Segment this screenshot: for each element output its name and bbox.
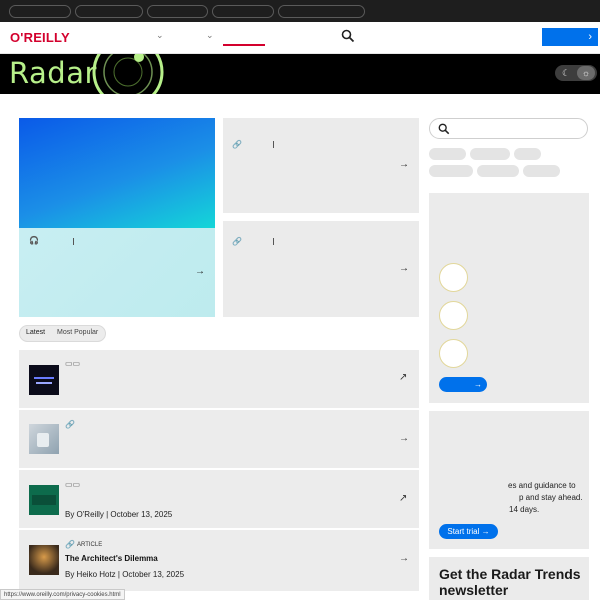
site-nav: O'REILLY ⌄ ⌄ › bbox=[0, 22, 600, 54]
search-icon bbox=[438, 123, 450, 135]
featured-card-image[interactable] bbox=[19, 118, 215, 228]
topic-chip[interactable] bbox=[429, 148, 466, 160]
byline: By Heiko Hotz | October 13, 2025 bbox=[65, 570, 185, 579]
thumbnail bbox=[29, 485, 59, 515]
link-icon: 🔗 bbox=[65, 540, 75, 549]
topic-chip[interactable] bbox=[514, 148, 541, 160]
divider bbox=[273, 238, 274, 245]
divider bbox=[273, 141, 274, 148]
avatar[interactable] bbox=[439, 301, 468, 330]
tab-most-popular[interactable]: Most Popular bbox=[57, 329, 98, 336]
content-tabs: Latest Most Popular bbox=[19, 325, 106, 342]
start-trial-button[interactable]: Start trial → bbox=[439, 524, 498, 539]
radar-banner: Radar bbox=[0, 54, 600, 94]
list-item[interactable]: ▭▭ By O'Reilly | October 13, 2025 ↗ bbox=[19, 470, 419, 529]
sidebar-arrow-button[interactable]: → bbox=[439, 377, 487, 392]
trial-text: 14 days. bbox=[509, 505, 540, 514]
content-type-label: ARTICLE bbox=[77, 542, 103, 548]
top-pill-4[interactable] bbox=[212, 5, 274, 18]
byline: By O'Reilly | October 13, 2025 bbox=[65, 510, 173, 519]
banner-title: Radar bbox=[9, 56, 97, 90]
link-icon: 🔗 bbox=[232, 140, 242, 149]
list-item[interactable]: ▭▭ ↗ bbox=[19, 350, 419, 409]
video-icon: ▭▭ bbox=[65, 359, 81, 368]
link-icon: 🔗 bbox=[232, 237, 242, 246]
top-pill-5[interactable] bbox=[278, 5, 365, 18]
headphones-icon: 🎧 bbox=[29, 236, 39, 245]
browser-top-strip bbox=[0, 0, 600, 22]
moon-icon[interactable]: ☾ bbox=[558, 67, 574, 79]
top-pill-2[interactable] bbox=[75, 5, 143, 18]
arrow-right-icon[interactable]: → bbox=[195, 266, 205, 277]
newsletter-title: Get the Radar Trends newsletter bbox=[439, 566, 581, 598]
status-bar-url: https://www.oreilly.com/privacy-cookies.… bbox=[0, 589, 125, 600]
search-icon[interactable] bbox=[341, 29, 355, 43]
link-icon: 🔗 bbox=[65, 420, 75, 429]
topic-chip[interactable] bbox=[470, 148, 510, 160]
featured-card-2[interactable]: 🔗 → bbox=[223, 118, 419, 213]
top-pill-1[interactable] bbox=[9, 5, 71, 18]
external-link-icon[interactable]: ↗ bbox=[399, 493, 407, 504]
featured-card-3[interactable]: 🔗 → bbox=[223, 221, 419, 317]
thumbnail bbox=[29, 365, 59, 395]
divider bbox=[73, 238, 74, 245]
arrow-right-icon[interactable]: → bbox=[399, 263, 409, 274]
sidebar-panel bbox=[429, 193, 589, 403]
arrow-right-icon[interactable]: → bbox=[399, 553, 409, 564]
chevron-down-icon[interactable]: ⌄ bbox=[156, 30, 164, 41]
external-link-icon[interactable]: ↗ bbox=[399, 372, 407, 383]
sidebar-search-input[interactable] bbox=[429, 118, 588, 139]
list-item[interactable]: 🔗 → bbox=[19, 410, 419, 469]
featured-card-body[interactable]: 🎧 → bbox=[19, 228, 215, 317]
top-pill-3[interactable] bbox=[147, 5, 208, 18]
list-item[interactable]: 🔗 ARTICLE The Architect's Dilemma By Hei… bbox=[19, 530, 419, 592]
nav-cta-button[interactable]: › bbox=[542, 28, 598, 46]
active-nav-underline bbox=[223, 44, 265, 46]
chevron-down-icon[interactable]: ⌄ bbox=[206, 30, 214, 41]
thumbnail bbox=[29, 424, 59, 454]
avatar[interactable] bbox=[439, 263, 468, 292]
avatar[interactable] bbox=[439, 339, 468, 368]
tab-latest[interactable]: Latest bbox=[26, 329, 45, 336]
trial-text: p and stay ahead. bbox=[519, 493, 583, 502]
trial-text: es and guidance to bbox=[508, 481, 576, 490]
arrow-right-icon[interactable]: → bbox=[399, 433, 409, 444]
oreilly-logo[interactable]: O'REILLY bbox=[10, 30, 70, 45]
theme-toggle[interactable]: ☾ ☼ bbox=[555, 65, 597, 81]
sun-icon[interactable]: ☼ bbox=[577, 66, 595, 80]
topic-chip[interactable] bbox=[429, 165, 473, 177]
topic-chip[interactable] bbox=[523, 165, 560, 177]
arrow-right-icon[interactable]: → bbox=[399, 159, 409, 170]
topic-chip[interactable] bbox=[477, 165, 519, 177]
video-icon: ▭▭ bbox=[65, 480, 81, 489]
thumbnail bbox=[29, 545, 59, 575]
article-title[interactable]: The Architect's Dilemma bbox=[65, 554, 158, 563]
